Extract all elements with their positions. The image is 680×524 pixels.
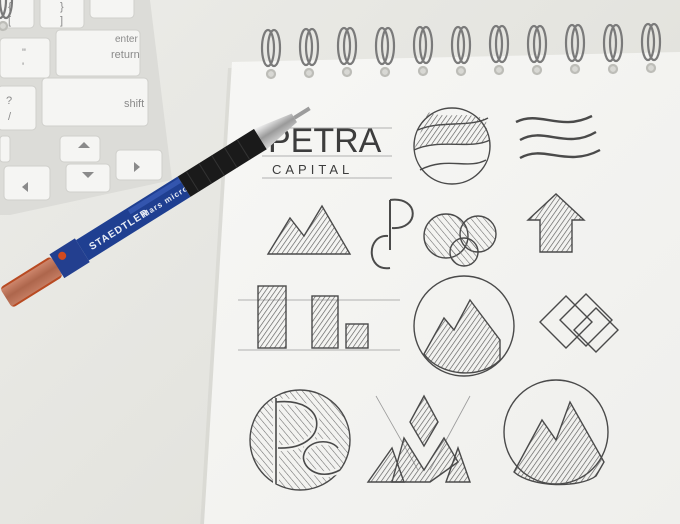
key-question: ? — [6, 95, 12, 107]
pc-circle-sketch — [249, 389, 351, 491]
desk-photo: { [ } ] " ' enter return shift ? / PETRA… — [0, 0, 680, 524]
key-shift-label: shift — [124, 98, 144, 110]
keyboard: { [ } ] " ' enter return shift ? / — [0, 0, 172, 215]
key-return-label: return — [111, 49, 140, 61]
key-enter-label: enter — [115, 34, 138, 45]
key-brace-close-lower: ] — [60, 15, 63, 27]
wordmark-capital: CAPITAL — [272, 162, 353, 177]
key-quote-lower: ' — [22, 61, 24, 73]
key-brace-close: } — [60, 1, 64, 13]
photo-canvas: { [ } ] " ' enter return shift ? / PETRA… — [0, 0, 680, 524]
key-quote: " — [22, 47, 26, 59]
